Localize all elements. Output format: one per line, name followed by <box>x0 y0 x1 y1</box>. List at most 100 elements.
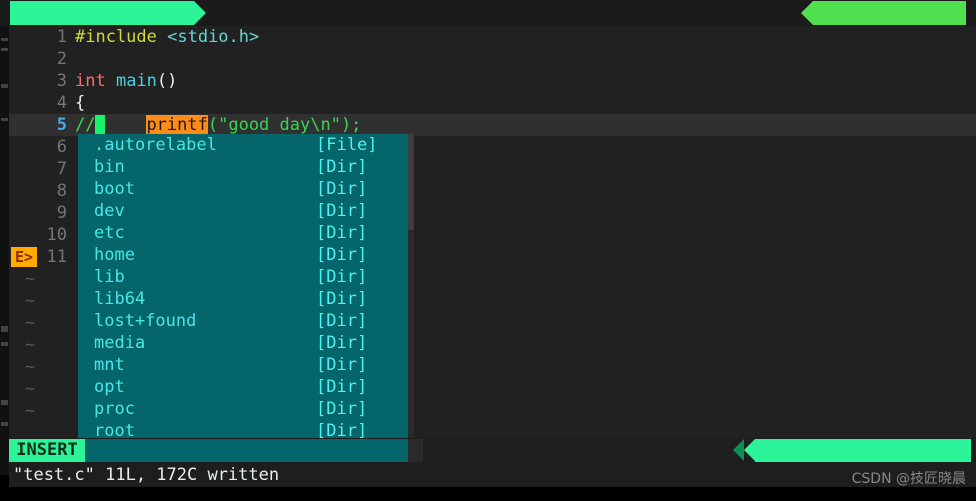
strip-mark <box>1 326 8 332</box>
file-explorer-panel[interactable]: .autorelabel [File] bin [Dir] boot [Dir] dev [D… <box>78 134 408 464</box>
position-notch-icon <box>733 439 745 461</box>
explorer-entry-name: boot <box>94 179 135 199</box>
explorer-entry-name: home <box>94 245 135 265</box>
terminal-screen: 1: test.c+ buffers 1 #include <stdio.h> 23… <box>0 0 976 501</box>
explorer-entry-name: lib <box>94 267 125 287</box>
code-line[interactable]: 3 int main() <box>9 70 976 92</box>
explorer-row[interactable]: dev [Dir] <box>78 200 408 222</box>
line-number: 2 <box>56 49 67 69</box>
explorer-row[interactable]: mnt [Dir] <box>78 354 408 376</box>
strip-mark <box>1 342 8 346</box>
code-token: <stdio.h> <box>167 27 260 47</box>
explorer-entry-name: dev <box>94 201 125 221</box>
code-token: int <box>75 71 116 91</box>
explorer-row[interactable]: lost+found [Dir] <box>78 310 408 332</box>
explorer-entry-name: etc <box>94 223 125 243</box>
code-line[interactable]: 2 <box>9 48 976 70</box>
statusline: INSERT main ❮ c 45%5/11:3 <box>9 438 976 485</box>
explorer-entry-name: media <box>94 333 146 353</box>
tilde-marker: ~ <box>24 313 36 333</box>
code-token: ); <box>340 115 362 135</box>
code-line[interactable]: 4{ <box>9 92 976 114</box>
explorer-row[interactable]: proc [Dir] <box>78 398 408 420</box>
explorer-entry-name: .autorelabel <box>94 135 217 155</box>
line-number: 9 <box>56 203 67 223</box>
buffers-button[interactable]: buffers <box>800 1 966 71</box>
error-sign-icon: E> <box>11 247 37 267</box>
tilde-marker: ~ <box>24 379 36 399</box>
code-token: () <box>156 71 178 91</box>
explorer-entry-kind: [Dir] <box>316 377 368 397</box>
command-line-message: "test.c" 11L, 172C written <box>9 463 976 487</box>
bottom-bar <box>0 487 976 501</box>
code-token: #include <box>75 27 168 47</box>
strip-mark <box>1 38 8 41</box>
branch-filetype-group: main ❮ c <box>589 438 732 485</box>
explorer-entry-kind: [Dir] <box>316 311 368 331</box>
tilde-marker: ~ <box>24 291 36 311</box>
line-number: 6 <box>56 137 67 157</box>
explorer-entry-name: mnt <box>94 355 125 375</box>
line-number: 4 <box>56 93 67 113</box>
explorer-entry-kind: [Dir] <box>316 289 368 309</box>
strip-mark <box>1 422 8 426</box>
explorer-entry-kind: [File] <box>316 135 378 155</box>
explorer-row[interactable]: lib [Dir] <box>78 266 408 288</box>
explorer-entry-kind: [Dir] <box>316 333 368 353</box>
code-token: printf <box>146 115 208 135</box>
explorer-entry-name: lib64 <box>94 289 146 309</box>
tilde-marker: ~ <box>24 269 36 289</box>
explorer-row[interactable]: lib64 [Dir] <box>78 288 408 310</box>
explorer-entry-kind: [Dir] <box>316 267 368 287</box>
position-arrow-left-icon <box>744 439 756 461</box>
code-line[interactable]: 1 #include <stdio.h> <box>9 26 976 48</box>
code-token: ( <box>207 115 219 135</box>
strip-mark <box>1 48 8 51</box>
line-number: 3 <box>56 71 67 91</box>
explorer-row[interactable]: boot [Dir] <box>78 178 408 200</box>
explorer-entry-name: opt <box>94 377 125 397</box>
code-token: main <box>115 71 157 91</box>
line-number: 7 <box>56 159 67 179</box>
explorer-entry-kind: [Dir] <box>316 179 368 199</box>
code-token: // <box>75 115 96 135</box>
strip-mark <box>1 84 8 88</box>
explorer-entry-kind: [Dir] <box>316 245 368 265</box>
explorer-entry-kind: [Dir] <box>316 355 368 375</box>
text-cursor <box>95 115 106 134</box>
line-number: 10 <box>46 225 67 245</box>
strip-mark <box>1 118 8 121</box>
line-number: 1 <box>56 27 67 47</box>
statusline-teal-section <box>85 439 408 462</box>
explorer-entry-kind: [Dir] <box>316 399 368 419</box>
explorer-entry-kind: [Dir] <box>316 223 368 243</box>
tilde-marker: ~ <box>24 401 36 421</box>
tab-test-c[interactable]: 1: test.c+ <box>10 1 206 47</box>
code-line[interactable]: 5 // printf("good day\n"); <box>9 114 976 136</box>
explorer-row[interactable]: media [Dir] <box>78 332 408 354</box>
explorer-row[interactable]: .autorelabel [File] <box>78 134 408 156</box>
explorer-entry-kind: [Dir] <box>316 157 368 177</box>
explorer-row[interactable]: opt [Dir] <box>78 376 408 398</box>
left-scroll-strip[interactable] <box>0 26 9 475</box>
line-number: 5 <box>56 115 67 135</box>
explorer-row[interactable]: home [Dir] <box>78 244 408 266</box>
explorer-row[interactable]: etc [Dir] <box>78 222 408 244</box>
explorer-entry-kind: [Dir] <box>316 201 368 221</box>
strip-mark <box>1 400 8 405</box>
statusline-teal-edge <box>408 439 423 462</box>
code-token: { <box>75 93 86 113</box>
explorer-row[interactable]: bin [Dir] <box>78 156 408 178</box>
position-indicator: 45%5/11:3 <box>733 439 971 462</box>
explorer-entry-name: proc <box>94 399 135 419</box>
mode-indicator: INSERT <box>9 439 85 462</box>
buffers-arrow-left-icon <box>800 1 813 25</box>
explorer-scrollbar-thumb[interactable] <box>408 134 414 230</box>
tilde-marker: ~ <box>24 357 36 377</box>
explorer-entry-name: lost+found <box>94 311 197 331</box>
tilde-marker: ~ <box>24 335 36 355</box>
explorer-entry-name: bin <box>94 157 125 177</box>
explorer-scrollbar[interactable] <box>408 134 414 464</box>
tabline: 1: test.c+ buffers <box>0 0 976 71</box>
